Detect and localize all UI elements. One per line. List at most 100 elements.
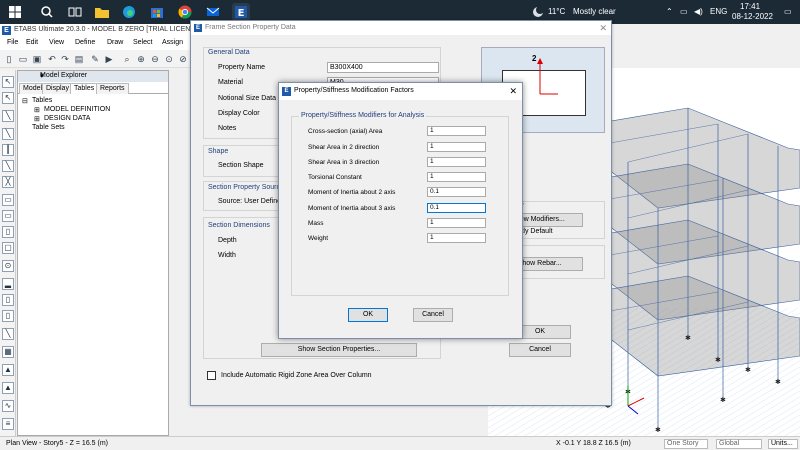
shear-area-2-input[interactable]: 1	[427, 142, 486, 152]
run-analysis-icon[interactable]: ▶	[103, 53, 115, 65]
shear-area-3-input[interactable]: 1	[427, 157, 486, 167]
menu-assign[interactable]: Assign	[162, 39, 183, 46]
story-select[interactable]: One Story	[664, 439, 708, 449]
chevron-up-icon[interactable]: ⌃	[666, 0, 673, 24]
modifiers-for-analysis-header: Property/Stiffness Modifiers for Analysi…	[299, 112, 427, 119]
weight-input[interactable]: 1	[427, 233, 486, 243]
save-icon[interactable]: ▣	[31, 53, 43, 65]
draw-grid-icon[interactable]: ▦	[2, 346, 14, 358]
draw-beam-icon[interactable]: ╲	[2, 128, 14, 140]
inertia-3-input[interactable]: 0.1	[427, 203, 486, 213]
show-section-properties-button[interactable]: Show Section Properties...	[261, 343, 417, 357]
edge-icon[interactable]	[120, 3, 138, 21]
draw-reference-icon[interactable]: ▲	[2, 382, 14, 394]
draw-wall-icon[interactable]: ▯	[2, 226, 14, 238]
menu-draw[interactable]: Draw	[107, 39, 123, 46]
draw-tendon-icon[interactable]: ▯	[2, 310, 14, 322]
draw-opening-icon[interactable]: ▢	[2, 242, 14, 254]
pencil-icon[interactable]: ✎	[89, 53, 101, 65]
ok-button[interactable]: OK	[348, 308, 388, 322]
source-label: Source: User Defined	[218, 198, 285, 205]
tree-item-design-data[interactable]: DESIGN DATA	[44, 115, 90, 122]
inertia-2-input[interactable]: 0.1	[427, 187, 486, 197]
tab-reports[interactable]: Reports	[96, 83, 129, 94]
search-icon[interactable]	[38, 3, 56, 21]
windows-start-icon[interactable]	[6, 3, 24, 21]
close-icon[interactable]: ✕	[599, 23, 607, 34]
tree-item-table-sets[interactable]: Table Sets	[32, 124, 65, 131]
file-explorer-icon[interactable]	[93, 3, 111, 21]
svg-text:E: E	[238, 8, 245, 19]
lock-icon[interactable]: ▤	[73, 53, 85, 65]
zoom-window-icon[interactable]: ⌕	[121, 53, 133, 65]
tree-item-tables[interactable]: Tables	[32, 97, 52, 104]
zoom-extents-icon[interactable]: ⊙	[163, 53, 175, 65]
property-name-input[interactable]: B300X400	[327, 62, 439, 73]
menu-file[interactable]: File	[7, 39, 18, 46]
width-label: Width	[218, 252, 236, 259]
store-icon[interactable]	[148, 3, 166, 21]
mail-icon[interactable]	[204, 3, 222, 21]
axial-area-input[interactable]: 1	[427, 126, 486, 136]
undo-icon[interactable]: ↶	[46, 53, 58, 65]
draw-dimension-icon[interactable]: ╲	[2, 328, 14, 340]
tree-item-model-definition[interactable]: MODEL DEFINITION	[44, 106, 110, 113]
redo-icon[interactable]: ↷	[59, 53, 71, 65]
draw-point-icon[interactable]: ⊙	[2, 260, 14, 272]
draw-design-strip-icon[interactable]: ≡	[2, 418, 14, 430]
status-bar: Plan View - Story5 - Z = 16.5 (m) X -0.1…	[0, 436, 800, 450]
task-view-icon[interactable]	[66, 3, 84, 21]
pointer-icon[interactable]: ↖	[2, 76, 14, 88]
mass-input[interactable]: 1	[427, 218, 486, 228]
coord-system-select[interactable]: Global	[716, 439, 762, 449]
draw-wave-icon[interactable]: ∿	[2, 400, 14, 412]
general-data-header: General Data	[208, 49, 250, 56]
menu-select[interactable]: Select	[133, 39, 152, 46]
menu-view[interactable]: View	[49, 39, 64, 46]
draw-floor-icon[interactable]: ▭	[2, 194, 14, 206]
language-indicator[interactable]: ENG	[710, 0, 727, 24]
tree-expand-icon[interactable]: ⊞	[34, 106, 40, 114]
rigid-zone-checkbox[interactable]	[207, 371, 216, 380]
pan-icon[interactable]: ⊘	[177, 53, 189, 65]
network-icon[interactable]: ▭	[680, 0, 688, 24]
cancel-button[interactable]: Cancel	[413, 308, 453, 322]
stiffness-modifiers-dialog: E Property/Stiffness Modification Factor…	[278, 82, 523, 339]
stiffness-modifiers-title: Property/Stiffness Modification Factors	[294, 87, 414, 94]
section-shape-label: Section Shape	[218, 162, 264, 169]
new-file-icon[interactable]: ▯	[3, 53, 15, 65]
close-icon[interactable]: ✕	[509, 86, 517, 97]
tree-expand-icon[interactable]: ⊞	[34, 115, 40, 123]
main-toolbar: ▯ ▭ ▣ ↶ ↷ ▤ ✎ ▶ ⌕ ⊕ ⊖ ⊙ ⊘	[0, 50, 190, 68]
tree-expand-icon[interactable]: ⊟	[22, 97, 28, 105]
tab-display[interactable]: Display	[42, 83, 73, 94]
tab-tables[interactable]: Tables	[70, 83, 99, 94]
close-icon[interactable]: ×	[40, 72, 165, 79]
draw-section-cut-icon[interactable]: ▲	[2, 364, 14, 376]
open-folder-icon[interactable]: ▭	[17, 53, 29, 65]
svg-text:✱: ✱	[655, 426, 661, 434]
draw-cross-brace-icon[interactable]: ╳	[2, 176, 14, 188]
draw-line-icon[interactable]: ╲	[2, 110, 14, 122]
zoom-out-icon[interactable]: ⊖	[149, 53, 161, 65]
draw-rect-floor-icon[interactable]: ▭	[2, 210, 14, 222]
menu-edit[interactable]: Edit	[26, 39, 38, 46]
clock-date[interactable]: 08-12-2022	[732, 5, 773, 29]
etabs-taskbar-icon[interactable]: E	[232, 3, 250, 21]
reshape-icon[interactable]: ↖	[2, 92, 14, 104]
rigid-zone-label: Include Automatic Rigid Zone Area Over C…	[221, 372, 372, 379]
volume-icon[interactable]: ◀)	[694, 0, 703, 24]
row-shear-3-label: Shear Area in 3 direction	[308, 159, 380, 166]
units-button[interactable]: Units...	[768, 439, 798, 449]
chrome-icon[interactable]	[176, 3, 194, 21]
torsional-constant-input[interactable]: 1	[427, 172, 486, 182]
draw-brace-icon[interactable]: ╲	[2, 160, 14, 172]
draw-column-icon[interactable]: ┃	[2, 144, 14, 156]
row-mass-label: Mass	[308, 220, 324, 227]
draw-link-icon[interactable]: ▯	[2, 294, 14, 306]
notification-icon[interactable]: ▭	[784, 0, 792, 24]
draw-support-icon[interactable]: ▂	[2, 278, 14, 290]
menu-define[interactable]: Define	[75, 39, 95, 46]
zoom-in-icon[interactable]: ⊕	[135, 53, 147, 65]
cancel-button[interactable]: Cancel	[509, 343, 571, 357]
